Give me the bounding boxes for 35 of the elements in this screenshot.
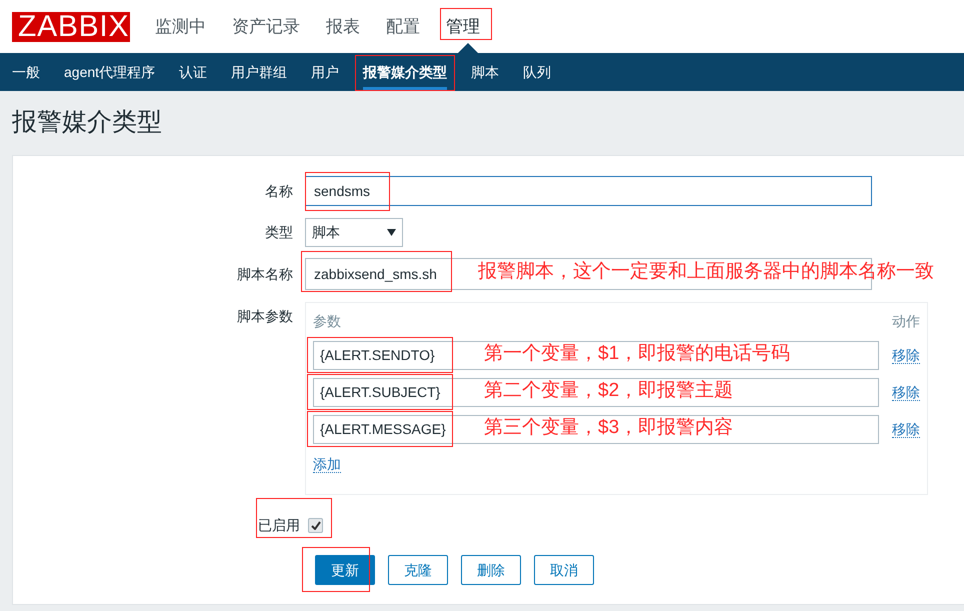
enabled-label: 已启用 xyxy=(258,516,301,534)
logo: ZABBIX xyxy=(12,12,130,42)
top-menu-item[interactable]: 监测中 xyxy=(155,14,206,40)
top-menu-item[interactable]: 管理 xyxy=(446,14,480,40)
field-label: 名称 xyxy=(264,182,294,200)
name-input[interactable]: sendsms xyxy=(305,176,872,206)
sub-menu-tab[interactable]: 队列 xyxy=(523,53,552,91)
page-title: 报警媒介类型 xyxy=(12,107,162,138)
field-label: 脚本名称 xyxy=(236,264,294,284)
update-button[interactable]: 更新 xyxy=(315,555,375,585)
column-header: 动作 xyxy=(892,312,920,330)
sub-menu-tab[interactable]: 报警媒介类型 xyxy=(363,53,448,91)
check-icon xyxy=(310,520,320,530)
field-label: 类型 xyxy=(264,222,294,242)
top-menu-item[interactable]: 报表 xyxy=(326,14,360,40)
sub-menu-tab[interactable]: 用户群组 xyxy=(231,53,288,91)
enabled-checkbox[interactable] xyxy=(308,518,323,532)
action-button[interactable]: 取消 xyxy=(534,555,594,585)
sub-menu-tab[interactable]: 一般 xyxy=(12,53,40,91)
remove-link[interactable]: 移除 xyxy=(892,421,920,438)
action-button[interactable]: 克隆 xyxy=(388,555,448,585)
sub-menu-tab[interactable]: 脚本 xyxy=(471,53,500,91)
action-button[interactable]: 删除 xyxy=(461,555,521,585)
remove-link[interactable]: 移除 xyxy=(892,347,920,364)
add-link[interactable]: 添加 xyxy=(313,456,341,473)
sub-menu-tab[interactable]: 用户 xyxy=(311,53,340,91)
remove-link[interactable]: 移除 xyxy=(892,384,920,401)
type-select[interactable]: 脚本 xyxy=(305,218,403,246)
top-menu-item[interactable]: 配置 xyxy=(386,14,420,40)
sub-menu-tab[interactable]: 认证 xyxy=(179,53,208,91)
dropdown-arrow-icon xyxy=(387,228,396,236)
sub-menu-tab[interactable]: agent代理程序 xyxy=(64,53,156,91)
column-header: 参数 xyxy=(313,312,341,330)
top-menu-item[interactable]: 资产记录 xyxy=(232,14,300,40)
field-label: 脚本参数 xyxy=(236,307,294,326)
